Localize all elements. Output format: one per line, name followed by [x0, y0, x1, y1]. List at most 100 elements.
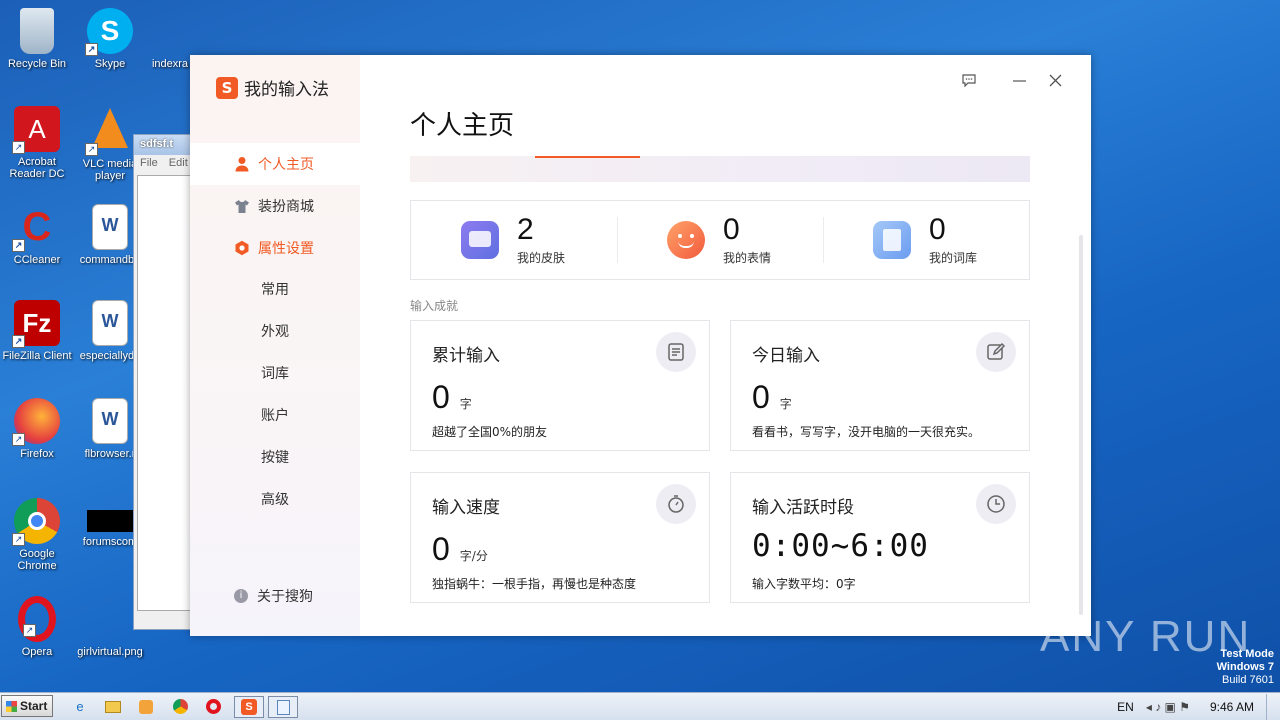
desktop-icon-label: VLC media player: [82, 158, 138, 182]
card-unit: 字: [459, 397, 472, 411]
stat-skins[interactable]: 2 我的皮肤: [411, 201, 617, 279]
clock-icon: [976, 484, 1016, 524]
desktop-icon-firefox[interactable]: ↗ Firefox: [0, 398, 74, 460]
stat-label: 我的表情: [723, 250, 772, 265]
card-total-input: 累计输入 0 字 超越了全国0%的朋友: [410, 320, 710, 451]
desktop-icon-ccleaner[interactable]: C ↗ CCleaner: [0, 204, 74, 266]
taskbar-sogou-icon[interactable]: S: [234, 696, 264, 718]
sidebar-subitem-advanced[interactable]: 高级: [190, 479, 360, 521]
card-input-speed: 输入速度 0 字/分 独指蜗牛：一根手指，再慢也是种态度: [410, 472, 710, 603]
desktop-icon-label: CCleaner: [13, 254, 61, 266]
skype-icon: S ↗: [85, 8, 133, 56]
page-title: 个人主页: [410, 111, 515, 141]
sidebar-subitem-keys[interactable]: 按键: [190, 437, 360, 479]
filezilla-icon: Fz ↗: [12, 300, 60, 348]
card-unit: 字: [779, 397, 792, 411]
sidebar-item-home[interactable]: 个人主页: [190, 143, 360, 185]
stopwatch-icon: [656, 484, 696, 524]
taskbar-media-player-icon[interactable]: [134, 696, 158, 718]
desktop-icon-opera[interactable]: ↗ Opera: [0, 596, 74, 658]
word-document-icon: W: [92, 300, 128, 346]
card-number: 0: [432, 531, 450, 567]
sidebar-item-settings[interactable]: 属性设置: [190, 227, 360, 269]
taskbar-notepad-icon[interactable]: [268, 696, 298, 718]
card-time-range: 0:00~6:00: [752, 528, 929, 564]
start-button[interactable]: Start: [1, 695, 53, 717]
card-value: 0 字/分: [432, 531, 488, 568]
stat-emoji[interactable]: 0 我的表情: [617, 201, 823, 279]
clock[interactable]: 9:46 AM: [1210, 700, 1254, 714]
sidebar-item-label: 属性设置: [258, 241, 314, 257]
shirt-icon: [235, 200, 249, 213]
desktop-icon-label: indexra: [151, 58, 189, 70]
sidebar-subitem-account[interactable]: 账户: [190, 395, 360, 437]
desktop-icon-recycle-bin[interactable]: Recycle Bin: [0, 8, 74, 70]
taskbar-chrome-icon[interactable]: [168, 696, 192, 718]
taskbar-opera-icon[interactable]: [201, 696, 225, 718]
chrome-icon: ↗: [12, 498, 60, 546]
main-panel: 个人主页 2 我的皮肤 0 我的表情 0 我的词库 输入成就 累计输入 0 字 …: [360, 55, 1091, 636]
emoji-icon: [667, 221, 705, 259]
sidebar-subitem-general[interactable]: 常用: [190, 269, 360, 311]
info-icon: i: [234, 589, 248, 603]
show-desktop-button[interactable]: [1266, 694, 1280, 720]
sidebar-item-label: 个人主页: [258, 157, 314, 173]
vlc-icon: ↗: [85, 108, 133, 156]
settings-hexagon-icon: [235, 240, 249, 256]
stat-label: 我的词库: [929, 250, 978, 265]
scrollbar[interactable]: [1079, 235, 1083, 615]
card-unit: 字/分: [459, 549, 488, 563]
desktop-icon-chrome[interactable]: ↗ Google Chrome: [0, 498, 74, 572]
watermark-line: Test Mode: [1220, 648, 1274, 660]
desktop-icon-label: FileZilla Client: [2, 350, 72, 362]
card-value: 0:00~6:00: [752, 528, 929, 564]
section-label-achievements: 输入成就: [410, 299, 459, 313]
stat-value: 0: [723, 212, 740, 246]
banner-accent: [535, 156, 640, 158]
desktop-icon-label: Firefox: [20, 448, 54, 460]
minimize-button[interactable]: [1001, 71, 1037, 91]
sidebar-subitem-lexicon[interactable]: 词库: [190, 353, 360, 395]
sidebar: S 我的输入法 个人主页 装扮商城 属性设置 常用 外观 词库 账户 按键 高级: [190, 55, 360, 636]
file-icon: [147, 8, 193, 54]
card-title: 今日输入: [752, 346, 820, 366]
windows-test-mode-watermark: Test Mode Windows 7 Build 7601: [1217, 648, 1274, 687]
card-note: 独指蜗牛：一根手指，再慢也是种态度: [432, 577, 637, 591]
file-icon: [87, 510, 133, 532]
tray-icons[interactable]: ◂ ♪ ▣ ⚑: [1146, 700, 1190, 714]
language-indicator[interactable]: EN: [1117, 700, 1134, 714]
opera-icon: ↗: [18, 596, 56, 642]
desktop-icon-skype[interactable]: S ↗ Skype: [73, 8, 147, 70]
desktop-icon-label: girlvirtual.png: [77, 646, 143, 658]
edit-icon: [976, 332, 1016, 372]
card-value: 0 字: [752, 379, 792, 416]
desktop-icon-filezilla[interactable]: Fz ↗ FileZilla Client: [0, 300, 74, 362]
stat-lexicon[interactable]: 0 我的词库: [823, 201, 1029, 279]
close-button[interactable]: [1037, 71, 1073, 91]
desktop-icon-label: Opera: [21, 646, 53, 658]
desktop-icon-acrobat[interactable]: A ↗ Acrobat Reader DC: [0, 106, 74, 180]
banner[interactable]: [410, 156, 1030, 182]
card-number: 0: [752, 379, 770, 415]
menu-file[interactable]: File: [140, 157, 158, 169]
desktop-icon-label: commandbo: [79, 254, 141, 266]
word-document-icon: W: [92, 204, 128, 250]
feedback-button[interactable]: [951, 71, 987, 91]
image-file-icon: [87, 596, 133, 642]
desktop-icon-label: flbrowser.r: [84, 448, 136, 460]
document-icon: [656, 332, 696, 372]
card-today-input: 今日输入 0 字 看看书，写写字，没开电脑的一天很充实。: [730, 320, 1030, 451]
taskbar-explorer-icon[interactable]: [101, 696, 125, 718]
card-title: 输入速度: [432, 498, 500, 518]
taskbar-ie-icon[interactable]: e: [68, 696, 92, 718]
firefox-icon: ↗: [12, 398, 60, 446]
menu-edit[interactable]: Edit: [169, 157, 188, 169]
sidebar-item-about[interactable]: i 关于搜狗: [234, 586, 313, 606]
sidebar-subitem-appearance[interactable]: 外观: [190, 311, 360, 353]
desktop-icon-label: especiallyde: [79, 350, 141, 362]
stat-value: 2: [517, 212, 534, 246]
sidebar-item-store[interactable]: 装扮商城: [190, 185, 360, 227]
desktop-icon-label: forumscom: [82, 536, 138, 548]
feedback-icon: [962, 74, 976, 88]
stats-panel: 2 我的皮肤 0 我的表情 0 我的词库: [410, 200, 1030, 280]
